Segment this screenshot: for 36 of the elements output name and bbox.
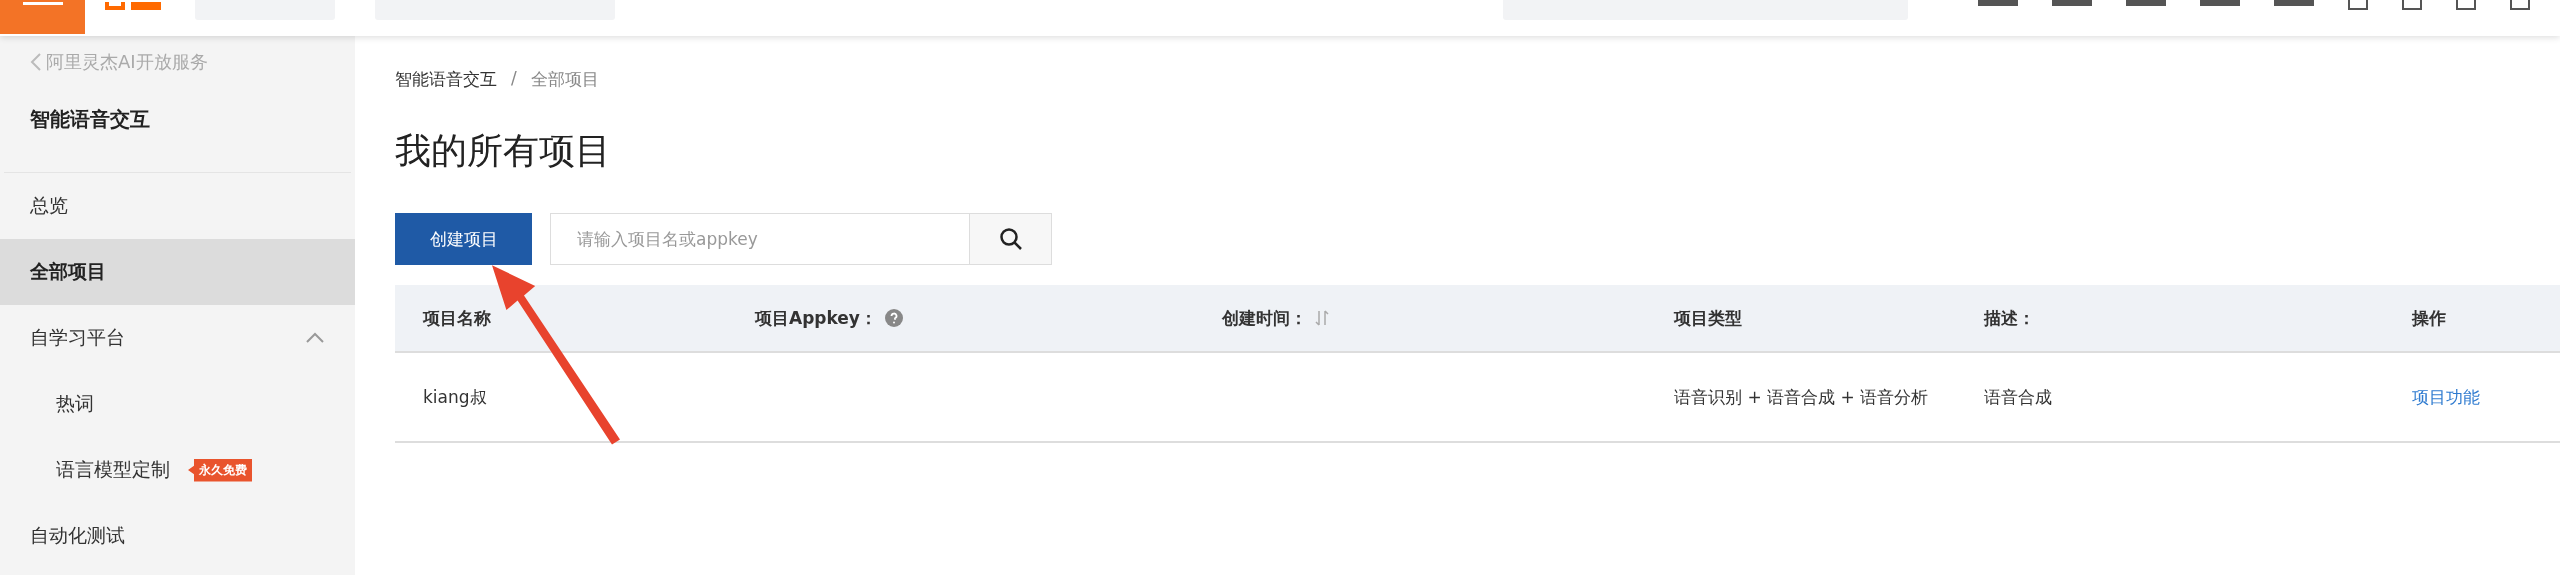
project-config-link[interactable]: 项目功能: [2412, 385, 2480, 409]
chevron-icon: [305, 332, 325, 344]
sidebar-item[interactable]: 语言模型定制 永久免费: [0, 437, 355, 503]
column-header: 项目Appkey：: [755, 306, 877, 330]
table-cell: 语音合成: [1984, 385, 2052, 409]
menu-button[interactable]: [0, 0, 85, 34]
search-icon: [998, 227, 1023, 251]
search-button[interactable]: [970, 213, 1052, 265]
sidebar-item[interactable]: 自动化测试: [0, 503, 355, 569]
column-header: 项目类型: [1674, 306, 1742, 330]
table-cell-text: 语音识别 + 语音合成 + 语音分析: [1674, 386, 1930, 408]
search-field[interactable]: 请输入项目名或appkey: [550, 213, 970, 265]
page-title: 我的所有项目: [395, 133, 612, 169]
column-header: 项目名称: [423, 306, 491, 330]
breadcrumb-item[interactable]: 智能语音交互: [395, 68, 497, 91]
breadcrumb-separator: /: [511, 68, 517, 90]
column-header: 描述：: [1984, 306, 2035, 330]
sidebar-item[interactable]: 总览: [0, 173, 355, 239]
sidebar-item[interactable]: 自学习平台: [0, 305, 355, 371]
table-cell: kiang叔: [423, 385, 487, 409]
sidebar-item[interactable]: 全部项目: [0, 239, 355, 305]
create-project-button[interactable]: 创建项目: [395, 213, 532, 265]
column-header: 操作: [2412, 306, 2446, 330]
column-header: 创建时间：: [1222, 306, 1307, 330]
help-icon[interactable]: [884, 309, 903, 327]
toolbar-icon[interactable]: [2402, 0, 2422, 10]
toolbar-icon[interactable]: [2348, 0, 2368, 10]
free-badge: 永久免费: [188, 458, 252, 482]
chevron-left-icon: [30, 52, 42, 72]
toolbar-icon[interactable]: [2456, 0, 2476, 10]
sort-icon[interactable]: [1315, 309, 1329, 327]
breadcrumb-item: 全部项目: [530, 68, 599, 91]
menu-icon: [22, 2, 63, 5]
sidebar-item[interactable]: 热词: [0, 371, 355, 437]
toolbar-icon[interactable]: [2510, 0, 2530, 10]
sidebar-title: 智能语音交互: [29, 106, 151, 133]
